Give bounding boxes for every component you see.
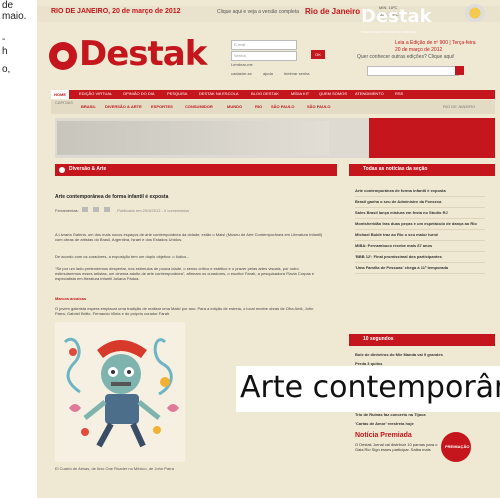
nav-item[interactable]: DESTAK NA ESCOLA [199,91,239,96]
article-subhead: Marcos arcaicas [55,296,87,301]
subnav-item[interactable]: ESPORTES [151,104,173,109]
subnav-item[interactable]: RIO [255,104,262,109]
nav-item[interactable]: QUEM SOMOS [319,91,347,96]
article-paragraph: O jovem galerista espera emplacar uma tr… [55,306,314,316]
ad-banner[interactable] [55,118,495,158]
promo-title: Notícia Premiada [355,432,412,439]
article-paragraph: A Livraria Galeria, um dos mais novos es… [55,232,323,242]
edition-line: Leia a Edição de nº 900 | Terça-feira [395,40,476,46]
subnav-item[interactable]: CONSUMIDOR [185,104,213,109]
article-title: Arte contemporânea de forma infantil é e… [55,194,169,200]
section-news-list: Arte contemporânea de forma infantil é e… [355,186,485,274]
list-item[interactable]: 'BBB 12': Final promissimal dos particip… [355,252,485,263]
list-item[interactable]: Arte contemporânea de forma infantil é e… [355,186,485,197]
banner-tagline: TODO MUNDO TEM DESTAK PARA LER [361,30,417,34]
email-icon[interactable] [104,207,111,212]
section-icon [59,167,65,173]
list-item[interactable]: Sales Brasil lança mistura em festa no S… [355,208,485,219]
subnav-item[interactable]: DIVERSÃO & ARTE [105,104,142,109]
list-item[interactable]: Bole de dinheiros do Mie Manda vai 9 gra… [355,350,485,359]
sun-icon [465,4,485,22]
crop-text: o, [2,64,11,75]
crop-text: h [2,46,8,57]
forgot-password-link[interactable]: lembrar senha [284,71,310,76]
illustration-caption: El Cuarto de Almas, de livro One Roader … [55,466,174,471]
other-editions-link[interactable]: Quer conhecer outras edições? Clique aqu… [357,54,497,60]
capitals-label: CAPITAIS [55,100,73,105]
password-field[interactable]: Senha [231,51,297,61]
zoomed-title-overlay: Arte contemporân [236,366,500,412]
promo-badge-label: PREMIAÇÃO [445,444,470,449]
list-item[interactable]: Brasil ganha o seu de Administre da Fons… [355,197,485,208]
article-tools: Ferramentas: Publicado em 20/3/2012 - 0 … [55,207,189,213]
destak-page: RIO DE JANEIRO, 20 de março de 2012 Cliq… [37,0,500,498]
banner-image [57,121,329,155]
subnav-item[interactable]: BRASIL [81,104,96,109]
subnav-item[interactable]: MUNDO [227,104,242,109]
help-link[interactable]: ajuda [263,71,273,76]
destak-logo-icon[interactable] [49,42,77,70]
email-field[interactable]: E-mail [231,40,297,50]
subnav-item[interactable]: SÃO PAULO [307,104,330,109]
remember-checkbox[interactable]: Lembrar-me [231,62,253,67]
login-links: cadastre-se ajuda lembrar senha [231,71,341,76]
print-icon[interactable] [93,207,100,212]
search-button[interactable] [455,66,464,75]
article-illustration[interactable] [55,322,185,462]
nav-item-home[interactable]: HOME [51,90,69,99]
sidebar-header-title: Todas as notícias da seção [363,166,428,172]
list-item[interactable]: 'Cartas de Amor' reestreia hoje [355,419,485,428]
region-selector[interactable]: RIO DE JANEIRO [443,104,475,109]
city-label: Rio de Janeiro [305,7,361,16]
nav-item[interactable]: ATENDIMENTO [355,91,384,96]
share-icon[interactable] [81,207,88,212]
zoomed-title-text: Arte contemporân [240,370,500,405]
list-item[interactable]: Montsheridão tras duas peças e um espetá… [355,219,485,230]
crop-text: de maio. [2,0,27,22]
edition-info[interactable]: Leia a Edição de nº 900 | Terça-feira 20… [395,40,495,54]
full-version-link[interactable]: Clique aqui e veja a versão completa [217,9,299,15]
destak-logo[interactable]: Destak [79,34,207,74]
promo-badge[interactable]: PREMIAÇÃO [441,432,471,462]
more-news-list: Trio de Ruínas faz concerto na Tijuca 'C… [355,410,485,428]
banner-logo: Destak [361,6,432,27]
list-item[interactable]: MiBA: Pernambuco recebe mais 87 anos [355,241,485,252]
nav-item[interactable]: BLOG DESTAK [251,91,279,96]
top-date: RIO DE JANEIRO, 20 de março de 2012 [51,8,181,15]
published-date: Publicado em 20/3/2012 - 0 comentários [117,208,190,213]
illustration-art [55,322,185,462]
sidebar-header-title: 10 segundos [363,336,394,342]
article-paragraph: De acordo com os curadores, a exposição … [55,254,190,259]
article-paragraph: "Se por um lado pretendemos despertar, n… [55,266,315,281]
nav-item[interactable]: OPINIÃO DO DIA [123,91,155,96]
cropped-text-strip: de maio. - h o, [0,0,36,498]
list-item[interactable]: Michael Bublé traz ao Rio o seu maior tu… [355,230,485,241]
tools-label: Ferramentas: [55,208,79,213]
subnav-item[interactable]: SÃO PAULO [271,104,294,109]
edition-line: 20 de março de 2012 [395,47,443,53]
banner-brand-panel [369,118,495,158]
crop-text: - [2,34,6,45]
nav-item[interactable]: MÍDIA KIT [291,91,309,96]
main-nav: HOME EDIÇÃO VIRTUAL OPINIÃO DO DIA PESQU… [51,90,495,99]
register-link[interactable]: cadastre-se [231,71,252,76]
promo-text[interactable]: O Destak Jornal vai distribuir 10 parnas… [355,442,439,452]
list-item[interactable]: 'Uma Família de Pessoas' chega à 11ª tem… [355,263,485,274]
nav-item[interactable]: EDIÇÃO VIRTUAL [79,91,112,96]
section-title: Diversão & Arte [69,166,107,172]
search-input[interactable] [367,66,459,76]
sub-nav: CAPITAIS BRASIL DIVERSÃO & ARTE ESPORTES… [51,100,495,114]
login-button[interactable]: OK [311,50,325,59]
nav-item[interactable]: RSS [395,91,403,96]
nav-item[interactable]: PESQUISA [167,91,187,96]
